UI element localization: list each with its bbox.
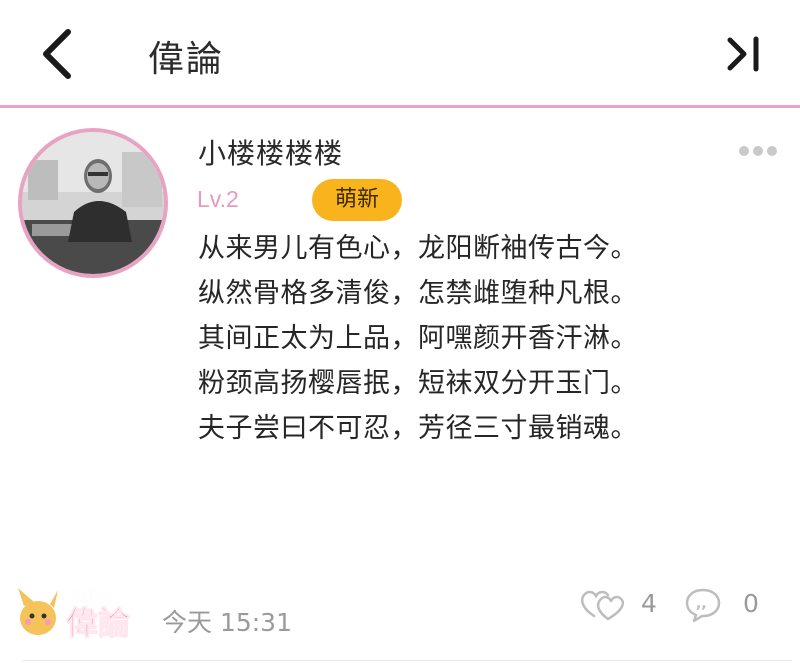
hearts-icon [580, 590, 625, 621]
skip-to-end-icon [727, 36, 759, 72]
poem-line: 从来男儿有色心，龙阳断袖传古今。 [198, 233, 638, 264]
avatar[interactable] [18, 128, 168, 278]
back-button[interactable] [36, 26, 80, 82]
poem-line: 粉颈高扬樱唇抿，短袜双分开玉门。 [198, 368, 638, 399]
poem-line: 纵然骨格多清俊，怎禁雌堕种凡根。 [198, 278, 638, 309]
skip-to-end-button[interactable] [726, 34, 766, 74]
like-button[interactable] [578, 586, 625, 622]
post-timestamp: 今天 15:31 [162, 608, 292, 637]
comment-bubble-icon: ,, [685, 588, 721, 623]
post-body: 从来男儿有色心，龙阳断袖传古今。 纵然骨格多清俊，怎禁雌堕种凡根。 其间正太为上… [198, 226, 778, 451]
top-bar: 偉論 [0, 0, 800, 106]
bottom-divider [22, 660, 792, 661]
svg-text:,,: ,, [696, 596, 707, 612]
user-level: Lv.2 [197, 186, 239, 212]
header-divider [0, 105, 800, 108]
more-options-button[interactable] [738, 141, 778, 161]
page-title: 偉論 [148, 39, 225, 80]
more-dots-icon [739, 146, 777, 156]
comment-count: 0 [743, 589, 759, 618]
poem-line: 其间正太为上品，阿嘿颜开香汗淋。 [198, 323, 638, 354]
comment-button[interactable]: ,, [684, 587, 722, 623]
user-badge: 萌新 [312, 179, 402, 221]
username[interactable]: 小楼楼楼楼 [198, 132, 343, 172]
like-count: 4 [641, 589, 657, 618]
avatar-photo [22, 132, 164, 274]
svg-text:偉論: 偉論 [66, 604, 130, 640]
weilun-logo: 置頂 偉論 [14, 584, 150, 643]
chevron-left-icon [43, 29, 71, 79]
poem-line: 夫子尝曰不可忍，芳径三寸最销魂。 [198, 413, 638, 444]
svg-text:置頂: 置頂 [72, 587, 101, 604]
